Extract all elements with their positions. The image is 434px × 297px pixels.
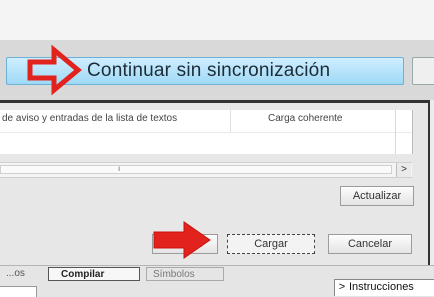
bottom-left-panel — [0, 286, 37, 297]
continue-without-sync-label: Continuar sin sincronización — [87, 60, 331, 81]
refresh-button[interactable]: Actualizar — [340, 186, 414, 206]
red-arrow-icon — [27, 44, 82, 96]
secondary-sync-button[interactable] — [412, 57, 434, 85]
chevron-right-icon: > — [338, 281, 346, 293]
row-divider — [0, 132, 412, 133]
table-cell-message: de aviso y entradas de la lista de texto… — [2, 113, 178, 124]
scrollbar-thumb[interactable] — [0, 165, 392, 174]
instructions-label: Instrucciones — [349, 281, 414, 293]
table-cell-action[interactable]: Carga coherente — [268, 113, 343, 124]
cancel-button[interactable]: Cancelar — [328, 234, 412, 254]
load-button[interactable]: Cargar — [227, 234, 315, 254]
column-divider — [230, 110, 231, 132]
horizontal-scrollbar[interactable]: ı > — [0, 162, 412, 178]
tab-partial[interactable]: ...os — [0, 267, 40, 281]
load-preview-table: de aviso y entradas de la lista de texto… — [0, 110, 413, 154]
red-arrow-icon — [153, 221, 211, 259]
scrollbar-grip: ı — [118, 164, 121, 173]
instructions-panel-header[interactable]: > Instrucciones — [334, 279, 434, 296]
top-strip — [0, 0, 434, 40]
tab-simbolos[interactable]: Símbolos — [146, 267, 224, 281]
column-divider-right — [395, 110, 396, 154]
scroll-right-arrow-icon[interactable]: > — [396, 163, 411, 177]
tab-compilar[interactable]: Compilar — [48, 267, 140, 281]
